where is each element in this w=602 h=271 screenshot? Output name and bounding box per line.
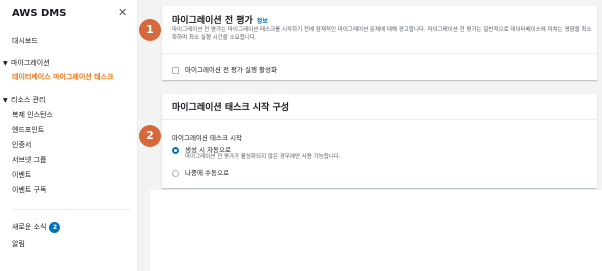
panel-title: 마이그레이션 태스크 시작 구성: [172, 103, 290, 113]
panel-title: 마이그레이션 전 평가 정보: [172, 13, 268, 26]
sidebar-item-dashboard[interactable]: 대시보드: [12, 36, 38, 46]
radio-label: 나중에 수동으로: [185, 169, 229, 177]
panel-divider: [162, 119, 597, 120]
enable-premigration-checkbox[interactable]: 마이그레이션 전 평가 실행 활성화: [172, 64, 277, 74]
sidebar-section-label: 리소스 관리: [11, 96, 46, 104]
sidebar-divider: [12, 209, 130, 210]
sidebar-item-label: 새로운 소식: [12, 223, 47, 231]
radio-automatic[interactable]: 생성 시 자동으로 마이그레이션 전 평가가 활성화되지 않은 경우에만 사용 …: [172, 144, 341, 160]
sidebar-item-whats-new[interactable]: 새로운 소식 2: [12, 222, 61, 233]
caret-down-icon: ▼: [3, 97, 8, 104]
caret-down-icon: ▼: [3, 60, 8, 67]
task-startup-panel: 마이그레이션 태스크 시작 구성 마이그레이션 태스크 시작 생성 시 자동으로…: [162, 94, 597, 188]
step-badge-2: 2: [139, 125, 161, 147]
sidebar-section-resources[interactable]: ▼ 리소스 관리: [3, 95, 45, 105]
field-label: 마이그레이션 태스크 시작: [172, 134, 242, 142]
checkbox-icon[interactable]: [172, 66, 179, 74]
sidebar-item-replication-instances[interactable]: 복제 인스턴스: [12, 110, 53, 120]
radio-selected-icon[interactable]: [172, 146, 179, 154]
sidebar-item-notifications[interactable]: 알림: [12, 239, 25, 249]
panel-divider: [162, 53, 597, 54]
sidebar-item-event-subscriptions[interactable]: 이벤트 구독: [12, 185, 46, 195]
sidebar-item-subnet-groups[interactable]: 서브넷 그룹: [12, 155, 46, 165]
sidebar-item-certificates[interactable]: 인증서: [12, 140, 31, 150]
sidebar-item-endpoints[interactable]: 엔드포인트: [12, 125, 44, 135]
info-link[interactable]: 정보: [257, 18, 268, 25]
premigration-assessment-panel: 마이그레이션 전 평가 정보 마이그레이션 전 평가는 마이그레이션 태스크를 시…: [162, 6, 597, 80]
radio-description: 마이그레이션 전 평가가 활성화되지 않은 경우에만 사용 가능합니다.: [185, 154, 341, 160]
panel-description: 마이그레이션 전 평가는 마이그레이션 태스크를 시작하기 전에 잠재적인 마이…: [172, 27, 592, 41]
notification-badge: 2: [49, 222, 61, 233]
step-badge-1: 1: [139, 19, 161, 41]
close-icon[interactable]: ✕: [118, 6, 127, 19]
checkbox-label: 마이그레이션 전 평가 실행 활성화: [185, 66, 277, 74]
radio-unselected-icon[interactable]: [172, 169, 179, 177]
content-area: [150, 190, 602, 271]
sidebar-item-database-migration-tasks[interactable]: 데이터베이스 마이그레이션 태스크: [12, 72, 113, 82]
sidebar: AWS DMS ✕ 대시보드 ▼ 마이그레이션 데이터베이스 마이그레이션 태스크…: [0, 0, 138, 271]
sidebar-section-migration[interactable]: ▼ 마이그레이션: [3, 58, 50, 68]
sidebar-item-events[interactable]: 이벤트: [12, 170, 31, 180]
sidebar-section-label: 마이그레이션: [11, 59, 50, 67]
panel-title-text: 마이그레이션 전 평가: [172, 16, 253, 26]
radio-manual[interactable]: 나중에 수동으로: [172, 167, 229, 177]
sidebar-title: AWS DMS: [12, 8, 67, 19]
